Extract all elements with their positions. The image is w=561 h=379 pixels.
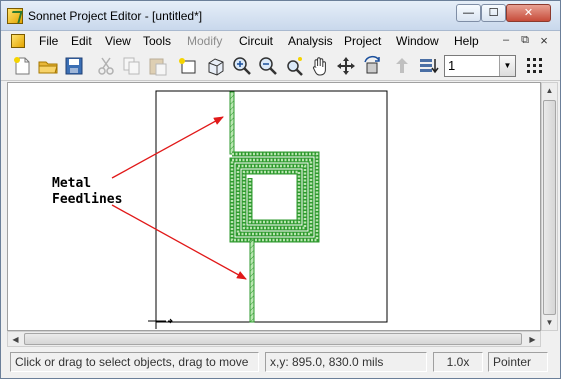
vertical-scrollbar[interactable]: ▲ ▼ xyxy=(541,82,558,331)
annotation-line-2: Feedlines xyxy=(52,192,123,207)
scroll-down-arrow-icon[interactable]: ▼ xyxy=(542,315,557,330)
status-coordinates: x,y: 895.0, 830.0 mils xyxy=(265,352,427,372)
maximize-button[interactable]: ☐ xyxy=(481,4,506,22)
menu-analysis[interactable]: Analysis xyxy=(288,34,333,48)
level-down-icon[interactable] xyxy=(417,55,439,77)
chevron-down-icon[interactable]: ▼ xyxy=(499,56,515,76)
annotation-label: Metal Feedlines xyxy=(52,176,122,208)
copy-icon[interactable] xyxy=(121,55,143,77)
mdi-close-button[interactable]: × xyxy=(536,34,552,48)
3d-view-icon[interactable] xyxy=(205,55,227,77)
scroll-up-arrow-icon[interactable]: ▲ xyxy=(542,83,557,98)
level-select-value: 1 xyxy=(448,58,456,73)
status-bar: Click or drag to select objects, drag to… xyxy=(1,347,560,378)
horizontal-scrollbar[interactable]: ◀ ▶ xyxy=(7,331,541,347)
annotation-line-1: Metal xyxy=(52,176,92,191)
close-button[interactable]: ✕ xyxy=(506,4,551,22)
zoom-fit-icon[interactable] xyxy=(283,55,305,77)
status-message: Click or drag to select objects, drag to… xyxy=(10,352,259,372)
menu-modify[interactable]: Modify xyxy=(187,34,222,48)
menu-bar: File Edit View Tools Modify Circuit Anal… xyxy=(1,31,560,51)
new-file-icon[interactable] xyxy=(11,55,33,77)
status-mode: Pointer xyxy=(488,352,548,372)
zoom-in-icon[interactable] xyxy=(231,55,253,77)
title-bar[interactable]: Sonnet Project Editor - [untitled*] — ☐ … xyxy=(1,1,560,31)
paste-icon[interactable] xyxy=(147,55,169,77)
menu-edit[interactable]: Edit xyxy=(71,34,92,48)
menu-help[interactable]: Help xyxy=(454,34,479,48)
move-icon[interactable] xyxy=(335,55,357,77)
menu-window[interactable]: Window xyxy=(396,34,439,48)
menu-project[interactable]: Project xyxy=(344,34,381,48)
rotate-icon[interactable] xyxy=(361,55,383,77)
add-polygon-icon[interactable] xyxy=(177,55,199,77)
mdi-minimize-button[interactable]: – xyxy=(498,34,514,48)
mdi-restore-button[interactable]: ⧉ xyxy=(517,34,533,48)
menu-file[interactable]: File xyxy=(39,34,58,48)
menu-tools[interactable]: Tools xyxy=(143,34,171,48)
vertical-scroll-thumb[interactable] xyxy=(543,100,556,315)
open-folder-icon[interactable] xyxy=(37,55,59,77)
level-up-icon[interactable] xyxy=(391,55,413,77)
sonnet-app-icon[interactable] xyxy=(7,8,23,24)
status-zoom: 1.0x xyxy=(433,352,483,372)
horizontal-scroll-thumb[interactable] xyxy=(24,333,522,345)
grid-dots-icon[interactable] xyxy=(524,55,546,77)
layout-canvas[interactable]: Metal Feedlines xyxy=(7,82,541,331)
cut-icon[interactable] xyxy=(95,55,117,77)
app-window: Sonnet Project Editor - [untitled*] — ☐ … xyxy=(0,0,561,379)
menu-circuit[interactable]: Circuit xyxy=(239,34,273,48)
toolbar: 1 ▼ xyxy=(1,51,560,81)
scroll-corner xyxy=(541,331,558,347)
zoom-out-icon[interactable] xyxy=(257,55,279,77)
substrate-box xyxy=(155,90,388,323)
scroll-right-arrow-icon[interactable]: ▶ xyxy=(525,332,540,347)
scroll-left-arrow-icon[interactable]: ◀ xyxy=(8,332,23,347)
pan-hand-icon[interactable] xyxy=(309,55,331,77)
window-title: Sonnet Project Editor - [untitled*] xyxy=(28,9,203,23)
menu-view[interactable]: View xyxy=(105,34,131,48)
minimize-button[interactable]: — xyxy=(456,4,481,22)
save-icon[interactable] xyxy=(63,55,85,77)
level-select[interactable]: 1 ▼ xyxy=(444,55,516,77)
document-icon[interactable] xyxy=(11,34,25,48)
